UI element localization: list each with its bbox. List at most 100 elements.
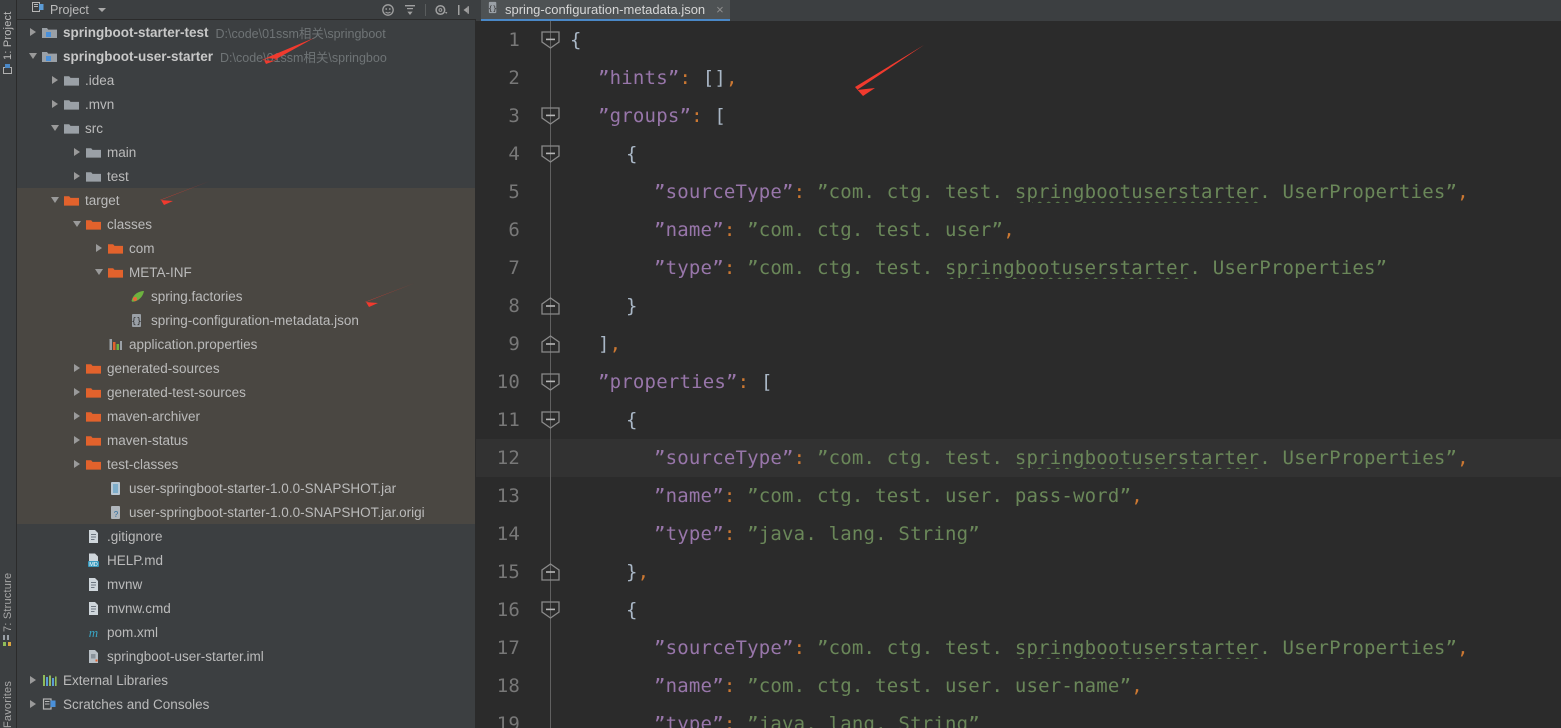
tree-row-generated-test-sources[interactable]: generated-test-sources bbox=[17, 380, 475, 404]
tree-row-maven-status[interactable]: maven-status bbox=[17, 428, 475, 452]
unknown-file-icon: ? bbox=[107, 504, 124, 521]
code-line[interactable]: 18 ”name”: ”com. ctg. test. user. user-na… bbox=[476, 667, 1561, 705]
tree-row-springboot-user-starter[interactable]: springboot-user-starter D:\code\01ssm相关\s… bbox=[17, 44, 475, 68]
code-fold-toggle[interactable] bbox=[532, 553, 570, 591]
tree-row-maven-archiver[interactable]: maven-archiver bbox=[17, 404, 475, 428]
tree-row-mvnw-cmd[interactable]: mvnw.cmd bbox=[17, 596, 475, 620]
tool-tab-structure[interactable]: 7: Structure bbox=[0, 560, 16, 646]
tree-row-help-md[interactable]: MD HELP.md bbox=[17, 548, 475, 572]
tree-row-scratches-and-consoles[interactable]: Scratches and Consoles bbox=[17, 692, 475, 716]
chevron-right-icon[interactable] bbox=[69, 140, 85, 164]
structure-tab-label: 7: Structure bbox=[2, 572, 14, 632]
tree-no-twisty bbox=[69, 620, 85, 644]
chevron-down-icon[interactable] bbox=[47, 188, 63, 212]
close-icon[interactable]: × bbox=[716, 3, 724, 16]
chevron-right-icon[interactable] bbox=[69, 164, 85, 188]
tree-row-mvn[interactable]: .mvn bbox=[17, 92, 475, 116]
chevron-down-icon[interactable] bbox=[69, 212, 85, 236]
line-number: 6 bbox=[508, 219, 520, 241]
code-line[interactable]: 6 ”name”: ”com. ctg. test. user”, bbox=[476, 211, 1561, 249]
code-line[interactable]: 9], bbox=[476, 325, 1561, 363]
code-line[interactable]: 2 ”hints”: [], bbox=[476, 59, 1561, 97]
tree-row-gitignore[interactable]: .gitignore bbox=[17, 524, 475, 548]
code-fold-toggle[interactable] bbox=[532, 21, 570, 59]
code-fold-toggle[interactable] bbox=[532, 591, 570, 629]
code-fold-toggle[interactable] bbox=[532, 135, 570, 173]
tree-row-external-libraries[interactable]: External Libraries bbox=[17, 668, 475, 692]
tree-row-user-springboot-starter-1-0-0-snapshot-jar[interactable]: user-springboot-starter-1.0.0-SNAPSHOT.j… bbox=[17, 476, 475, 500]
tree-row-target[interactable]: target bbox=[17, 188, 475, 212]
code-line[interactable]: 16 { bbox=[476, 591, 1561, 629]
tree-row-idea[interactable]: .idea bbox=[17, 68, 475, 92]
code-line[interactable]: 8} bbox=[476, 287, 1561, 325]
code-fold-toggle[interactable] bbox=[532, 97, 570, 135]
code-line[interactable]: 1{ bbox=[476, 21, 1561, 59]
text-file-icon bbox=[85, 528, 102, 545]
tree-row-meta-inf[interactable]: META-INF bbox=[17, 260, 475, 284]
chevron-right-icon[interactable] bbox=[69, 452, 85, 476]
tree-row-classes[interactable]: classes bbox=[17, 212, 475, 236]
tree-row-springboot-user-starter-iml[interactable]: springboot-user-starter.iml bbox=[17, 644, 475, 668]
code-line[interactable]: 11 { bbox=[476, 401, 1561, 439]
tree-row-pom-xml[interactable]: m pom.xml bbox=[17, 620, 475, 644]
tree-row-spring-factories[interactable]: spring.factories bbox=[17, 284, 475, 308]
tree-row-label: .idea bbox=[85, 72, 115, 88]
chevron-right-icon[interactable] bbox=[47, 92, 63, 116]
folder-orange-icon bbox=[85, 384, 102, 401]
code-fold-toggle[interactable] bbox=[532, 325, 570, 363]
tool-tab-project[interactable]: 1: Project bbox=[0, 2, 16, 74]
code-line[interactable]: 4{ bbox=[476, 135, 1561, 173]
project-panel-title-group[interactable]: Project bbox=[17, 0, 106, 19]
tree-row-com[interactable]: com bbox=[17, 236, 475, 260]
chevron-right-icon[interactable] bbox=[47, 68, 63, 92]
code-line[interactable]: 3 ”groups”: [ bbox=[476, 97, 1561, 135]
chevron-right-icon[interactable] bbox=[69, 380, 85, 404]
tree-row-test-classes[interactable]: test-classes bbox=[17, 452, 475, 476]
code-editor[interactable]: 1{2 ”hints”: [], 3 ”groups”: [4{5 ”sourceTyp… bbox=[476, 21, 1561, 728]
chevron-down-icon[interactable] bbox=[47, 116, 63, 140]
tree-row-application-properties[interactable]: application.properties bbox=[17, 332, 475, 356]
code-line[interactable]: 13 ”name”: ”com. ctg. test. user. pass-wo… bbox=[476, 477, 1561, 515]
chevron-down-icon[interactable] bbox=[25, 44, 41, 68]
code-fold-toggle[interactable] bbox=[532, 287, 570, 325]
gutter-stem bbox=[532, 211, 570, 249]
chevron-down-icon[interactable] bbox=[97, 7, 106, 12]
locate-icon[interactable] bbox=[381, 3, 395, 17]
code-line[interactable]: 12 ”sourceType”: ”com. ctg. test. springb… bbox=[476, 439, 1561, 477]
collapse-all-icon[interactable] bbox=[403, 3, 417, 17]
tree-row-generated-sources[interactable]: generated-sources bbox=[17, 356, 475, 380]
hide-panel-icon[interactable] bbox=[456, 3, 470, 17]
tool-tab-favorites[interactable]: Favorites bbox=[0, 660, 16, 728]
tree-row-mvnw[interactable]: mvnw bbox=[17, 572, 475, 596]
code-line[interactable]: 7 ”type”: ”com. ctg. test. springbootuser… bbox=[476, 249, 1561, 287]
chevron-right-icon[interactable] bbox=[69, 428, 85, 452]
chevron-right-icon[interactable] bbox=[25, 20, 41, 44]
code-line[interactable]: 15}, bbox=[476, 553, 1561, 591]
code-line[interactable]: 10 ”properties”: [ bbox=[476, 363, 1561, 401]
project-panel-toolbar bbox=[381, 3, 476, 17]
tree-row-springboot-starter-test[interactable]: springboot-starter-test D:\code\01ssm相关\s… bbox=[17, 20, 475, 44]
tree-row-user-springboot-starter-1-0-0-snapshot-jar-origi[interactable]: ? user-springboot-starter-1.0.0-SNAPSHOT.… bbox=[17, 500, 475, 524]
chevron-right-icon[interactable] bbox=[25, 692, 41, 716]
code-line[interactable]: 19 ”type”: ”java. lang. String” bbox=[476, 705, 1561, 728]
settings-gear-icon[interactable] bbox=[434, 3, 448, 17]
tree-row-src[interactable]: src bbox=[17, 116, 475, 140]
tree-row-main[interactable]: main bbox=[17, 140, 475, 164]
code-line[interactable]: 5 ”sourceType”: ”com. ctg. test. springbo… bbox=[476, 173, 1561, 211]
chevron-right-icon[interactable] bbox=[69, 356, 85, 380]
tree-row-spring-configuration-metadata-json[interactable]: {} spring-configuration-metadata.json bbox=[17, 308, 475, 332]
code-fold-toggle[interactable] bbox=[532, 363, 570, 401]
chevron-right-icon[interactable] bbox=[25, 668, 41, 692]
code-line[interactable]: 17 ”sourceType”: ”com. ctg. test. springb… bbox=[476, 629, 1561, 667]
project-tree[interactable]: springboot-starter-test D:\code\01ssm相关\s… bbox=[17, 20, 476, 728]
chevron-down-icon[interactable] bbox=[91, 260, 107, 284]
chevron-right-icon[interactable] bbox=[69, 404, 85, 428]
code-fold-toggle[interactable] bbox=[532, 401, 570, 439]
tree-row-test[interactable]: test bbox=[17, 164, 475, 188]
editor-tab-spring-configuration-metadata-json[interactable]: {} spring-configuration-metadata.json × bbox=[481, 0, 730, 21]
code-line[interactable]: 14 ”type”: ”java. lang. String” bbox=[476, 515, 1561, 553]
chevron-right-icon[interactable] bbox=[91, 236, 107, 260]
code-line-text: ”type”: ”java. lang. String” bbox=[654, 523, 980, 545]
